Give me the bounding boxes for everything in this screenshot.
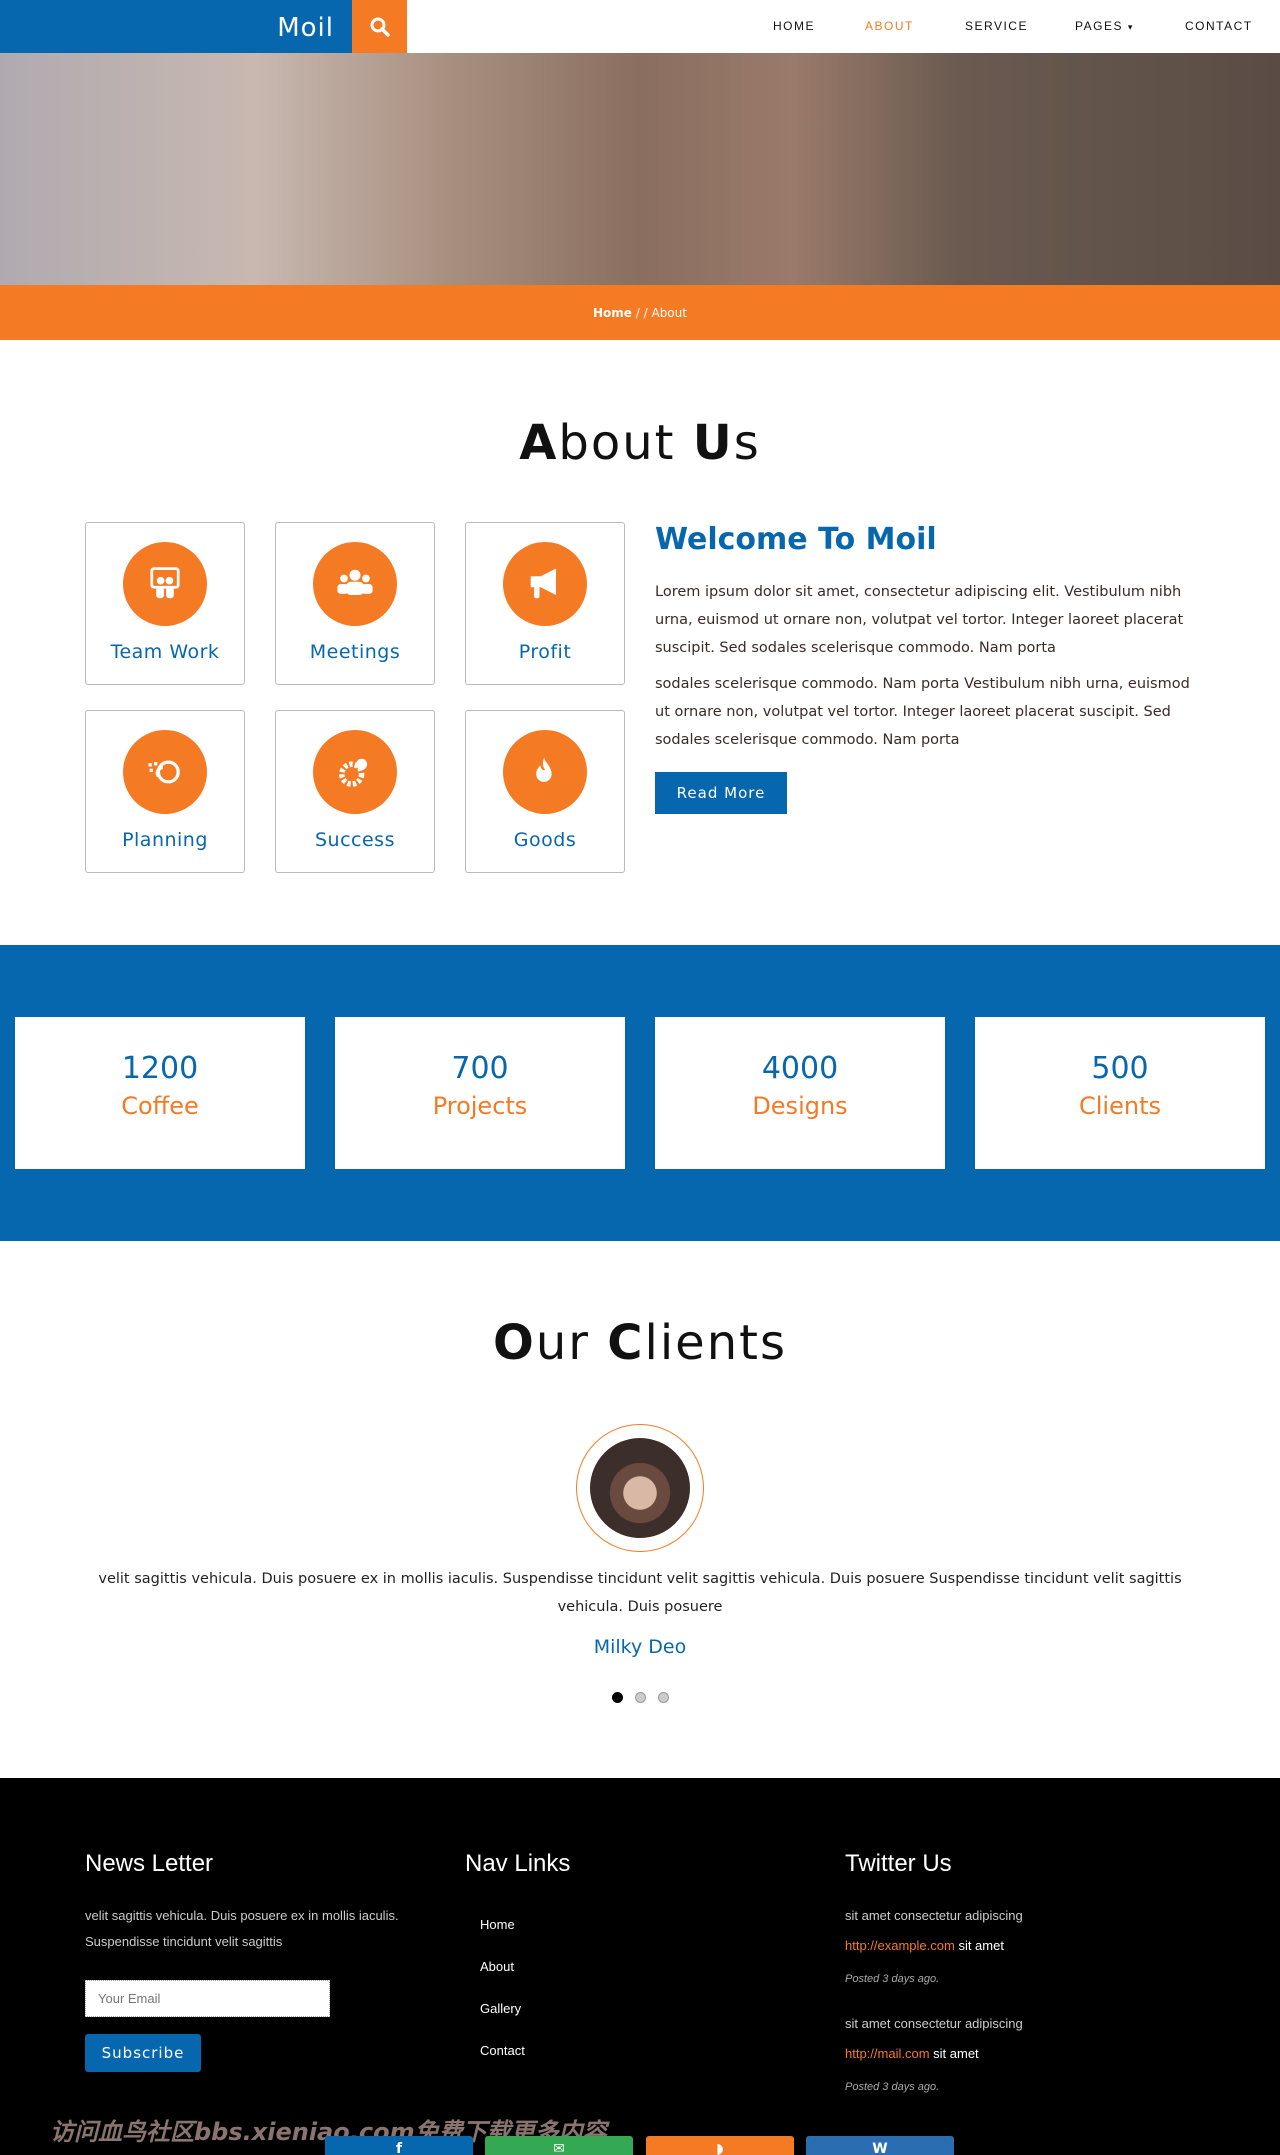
mail-button[interactable]: ✉ — [485, 2136, 633, 2155]
nav-contact[interactable]: CONTACT — [1185, 0, 1253, 53]
client-name: Milky Deo — [593, 1636, 687, 1658]
brand-logo[interactable]: Moil — [0, 0, 352, 53]
feature-label: Profit — [518, 641, 572, 663]
nav-pages-label: PAGES — [1075, 19, 1123, 33]
stat-number: 1200 — [121, 1051, 199, 1086]
vk-button[interactable]: W — [806, 2136, 954, 2155]
feature-label: Team Work — [110, 641, 220, 663]
facebook-icon: f — [395, 2141, 403, 2155]
group-icon — [337, 569, 373, 595]
tweet-text: sit amet consectetur adipiscing — [845, 1908, 1023, 1923]
feature-box-profit[interactable]: Profit — [465, 522, 625, 685]
feature-box-goods[interactable]: Goods — [465, 710, 625, 873]
email-input[interactable] — [85, 1980, 330, 2017]
feature-box-meetings[interactable]: Meetings — [275, 522, 435, 685]
footer-link-home[interactable]: Home — [480, 1917, 515, 1932]
feature-box-success[interactable]: Success — [275, 710, 435, 873]
tweet-link[interactable]: http://mail.com — [845, 2046, 930, 2061]
tweet-posted: Posted 3 days ago. — [845, 2081, 940, 2093]
nav-links-heading: Nav Links — [465, 1850, 571, 1877]
footer-link-contact[interactable]: Contact — [480, 2043, 525, 2058]
feature-label: Planning — [122, 829, 208, 851]
twitter-heading: Twitter Us — [845, 1850, 952, 1877]
stat-label: Clients — [1079, 1092, 1161, 1120]
tweet-link[interactable]: http://example.com — [845, 1938, 955, 1953]
footer-link-gallery[interactable]: Gallery — [480, 2001, 521, 2016]
search-icon — [370, 17, 390, 37]
stat-label: Coffee — [121, 1092, 199, 1120]
footer-link-about[interactable]: About — [480, 1959, 514, 1974]
stat-number: 4000 — [761, 1051, 839, 1086]
nav-pages[interactable]: PAGES ▾ — [1075, 0, 1134, 53]
nav-about[interactable]: ABOUT — [865, 0, 914, 53]
feature-box-team-work[interactable]: Team Work — [85, 522, 245, 685]
about-title: About Us — [519, 415, 761, 471]
carousel-dot-3[interactable] — [658, 1692, 669, 1703]
newsletter-text: velit sagittis vehicula. Duis posuere ex… — [85, 1908, 399, 1949]
team-icon — [150, 567, 180, 599]
rss-button[interactable]: ◗ — [646, 2136, 794, 2155]
rss-icon: ◗ — [716, 2141, 724, 2155]
read-more-button[interactable]: Read More — [655, 772, 787, 814]
mail-icon: ✉ — [553, 2141, 565, 2155]
nav-service[interactable]: SERVICE — [965, 0, 1028, 53]
breadcrumb-home[interactable]: Home — [593, 306, 632, 320]
tweet-link-line: http://example.com sit amet — [845, 1938, 1004, 1953]
vk-icon: W — [872, 2141, 888, 2155]
subscribe-button[interactable]: Subscribe — [85, 2034, 201, 2072]
hero-banner-image — [0, 53, 1280, 285]
flame-icon — [536, 755, 552, 782]
nav-home[interactable]: HOME — [773, 0, 815, 53]
feature-label: Meetings — [309, 641, 401, 663]
cloud-icon — [148, 760, 180, 784]
megaphone-icon — [530, 568, 556, 599]
stat-number: 500 — [1091, 1051, 1149, 1086]
breadcrumb-current: About — [651, 306, 687, 320]
tweet-posted: Posted 3 days ago. — [845, 1973, 940, 1985]
search-button[interactable] — [352, 0, 407, 53]
tweet-link-line: http://mail.com sit amet — [845, 2046, 979, 2061]
stat-card: 700 Projects — [335, 1017, 625, 1169]
newsletter-heading: News Letter — [85, 1850, 214, 1877]
carousel-dot-1[interactable] — [612, 1692, 623, 1703]
carousel-dot-2[interactable] — [635, 1692, 646, 1703]
feature-label: Goods — [513, 829, 577, 851]
stat-label: Designs — [752, 1092, 848, 1120]
footer — [0, 1778, 1280, 2155]
stat-card: 4000 Designs — [655, 1017, 945, 1169]
welcome-heading: Welcome To Moil — [655, 522, 937, 557]
caret-down-icon: ▾ — [1127, 22, 1134, 32]
breadcrumb: Home / / About — [0, 285, 1280, 340]
tweet-text: sit amet consectetur adipiscing — [845, 2016, 1023, 2031]
client-avatar — [576, 1424, 704, 1552]
stat-card: 1200 Coffee — [15, 1017, 305, 1169]
client-testimonial: velit sagittis vehicula. Duis posuere ex… — [98, 1571, 1182, 1615]
facebook-button[interactable]: f — [325, 2136, 473, 2155]
about-paragraph-2: sodales scelerisque commodo. Nam porta V… — [655, 676, 1190, 748]
gears-icon — [339, 758, 368, 787]
stat-card: 500 Clients — [975, 1017, 1265, 1169]
stat-number: 700 — [451, 1051, 509, 1086]
clients-title: Our Clients — [493, 1315, 787, 1371]
about-paragraph-1: Lorem ipsum dolor sit amet, consectetur … — [655, 584, 1184, 656]
feature-label: Success — [315, 829, 395, 851]
breadcrumb-sep: / / — [631, 306, 652, 320]
feature-box-planning[interactable]: Planning — [85, 710, 245, 873]
stat-label: Projects — [432, 1092, 528, 1120]
